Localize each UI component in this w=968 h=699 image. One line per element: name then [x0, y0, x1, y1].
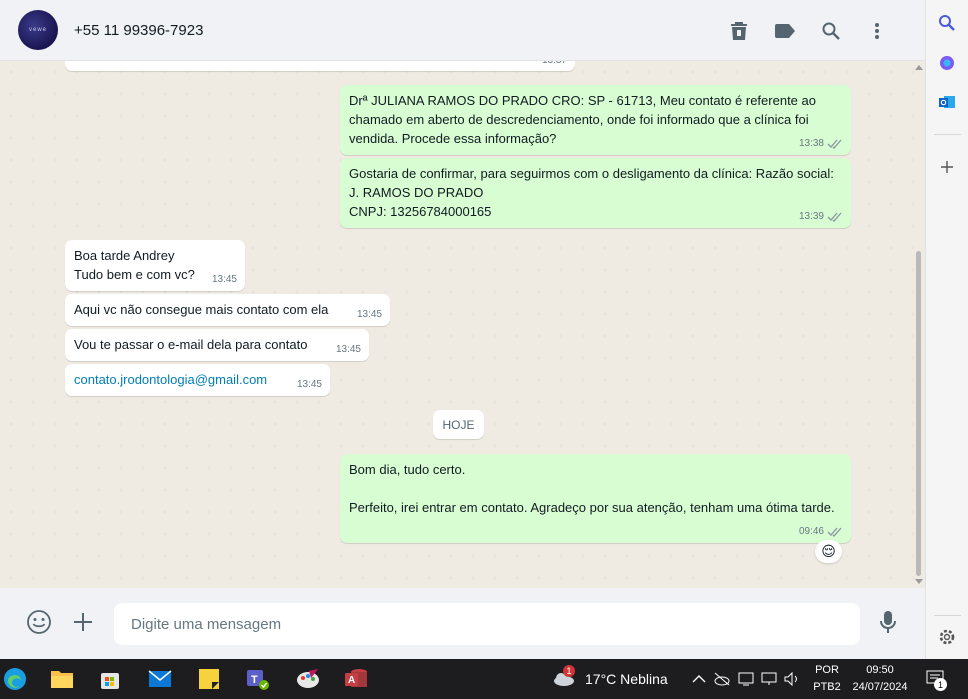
- notification-icon[interactable]: 1: [926, 670, 948, 691]
- message-text: Vou te passar o e-mail dela para contato: [74, 337, 308, 352]
- header-actions: [716, 17, 900, 45]
- access-icon[interactable]: A: [341, 664, 371, 694]
- svg-text:A: A: [348, 675, 355, 686]
- network-icon[interactable]: [761, 672, 777, 686]
- clock-date: 24/07/2024: [852, 681, 908, 693]
- settings-icon[interactable]: [937, 627, 957, 647]
- attach-plus-icon[interactable]: [69, 608, 97, 636]
- message-text: Perfeito, irei entrar em contato. Agrade…: [349, 500, 835, 515]
- partial-message[interactable]: 13:37: [65, 61, 575, 71]
- volume-icon[interactable]: [784, 672, 800, 686]
- message-time: 13:45: [296, 379, 322, 390]
- message-input[interactable]: [114, 603, 860, 645]
- emoji-icon[interactable]: [25, 608, 53, 636]
- language-indicator[interactable]: POR PTB2: [811, 663, 843, 695]
- mail-icon[interactable]: [145, 664, 175, 694]
- composer: [0, 588, 925, 659]
- weather-badge: 1: [563, 665, 575, 677]
- double-check-icon: [827, 212, 842, 222]
- message-meta: 13:38: [799, 134, 843, 153]
- message-time: 13:37: [542, 61, 567, 70]
- message-text: CNPJ: 13256784000165: [349, 204, 492, 219]
- contact-name[interactable]: +55 11 99396-7923: [74, 22, 203, 39]
- chat-header: vewe +55 11 99396-7923: [0, 0, 925, 61]
- edge-app-icon[interactable]: [0, 664, 30, 694]
- email-link[interactable]: contato.jrodontologia@gmail.com: [74, 372, 267, 387]
- scroll-down-arrow[interactable]: [915, 579, 923, 584]
- weather-text[interactable]: 17°C Neblina: [585, 671, 668, 687]
- keyboard-layout: PTB2: [813, 681, 841, 693]
- message-text: Aqui vc não consegue mais contato com el…: [74, 302, 329, 317]
- paint-icon[interactable]: [293, 664, 323, 694]
- search-icon[interactable]: [937, 13, 957, 33]
- reaction-emoji[interactable]: 😌: [815, 540, 842, 563]
- clock-time: 09:50: [866, 664, 894, 676]
- scroll-up-arrow[interactable]: [915, 65, 923, 70]
- double-check-icon: [827, 527, 842, 537]
- sidebar-divider: [934, 615, 961, 616]
- message-meta: 13:39: [799, 207, 843, 226]
- message-meta: 09:46: [799, 522, 843, 541]
- menu-icon[interactable]: [854, 17, 900, 45]
- file-explorer-icon[interactable]: [47, 664, 77, 694]
- message-time: 09:46: [798, 526, 824, 537]
- copilot-icon[interactable]: [937, 53, 957, 73]
- label-icon[interactable]: [762, 17, 808, 45]
- message-time: 13:45: [335, 344, 361, 355]
- tray-icons: [692, 671, 806, 687]
- sticky-notes-icon[interactable]: [194, 664, 224, 694]
- edge-sidebar: [925, 0, 968, 659]
- message-incoming[interactable]: Vou te passar o e-mail dela para contato…: [65, 329, 369, 361]
- outlook-icon[interactable]: [937, 92, 957, 112]
- message-outgoing[interactable]: Gostaria de confirmar, para seguirmos co…: [340, 158, 851, 228]
- avatar-text: vewe: [28, 27, 47, 33]
- double-check-icon: [827, 139, 842, 149]
- language-code: POR: [815, 664, 839, 676]
- avatar[interactable]: vewe: [18, 10, 58, 50]
- message-incoming[interactable]: contato.jrodontologia@gmail.com 13:45: [65, 364, 330, 396]
- conversation-panel[interactable]: 13:37 Drª JULIANA RAMOS DO PRADO CRO: SP…: [0, 61, 925, 588]
- message-time: 13:45: [211, 274, 237, 285]
- message-text: Boa tarde Andrey: [74, 248, 175, 263]
- message-text: Gostaria de confirmar, para seguirmos co…: [349, 166, 834, 200]
- delete-icon[interactable]: [716, 17, 762, 45]
- notification-badge: 1: [934, 678, 947, 691]
- message-time: 13:39: [798, 211, 824, 222]
- cloud-off-icon[interactable]: [713, 672, 731, 686]
- search-icon[interactable]: [808, 17, 854, 45]
- message-time: 13:38: [798, 138, 824, 149]
- microphone-icon[interactable]: [874, 608, 902, 636]
- message-text: Drª JULIANA RAMOS DO PRADO CRO: SP - 617…: [349, 93, 816, 146]
- date-divider: HOJE: [433, 410, 484, 439]
- store-icon[interactable]: [95, 664, 125, 694]
- teams-icon[interactable]: T: [243, 664, 273, 694]
- message-incoming[interactable]: Boa tarde Andrey Tudo bem e com vc? 13:4…: [65, 240, 245, 291]
- message-text: Bom dia, tudo certo.: [349, 462, 466, 477]
- scrollbar-thumb[interactable]: [916, 251, 921, 576]
- message-outgoing[interactable]: Drª JULIANA RAMOS DO PRADO CRO: SP - 617…: [340, 85, 851, 155]
- weather-icon[interactable]: 1: [552, 665, 576, 688]
- chevron-up-icon[interactable]: [692, 674, 706, 684]
- message-incoming[interactable]: Aqui vc não consegue mais contato com el…: [65, 294, 390, 326]
- message-time: 13:45: [356, 309, 382, 320]
- display-icon[interactable]: [738, 672, 754, 686]
- windows-taskbar: T A 1 17°C Neblina POR PTB2 09:50 24/07/…: [0, 659, 968, 699]
- clock[interactable]: 09:50 24/07/2024: [848, 663, 912, 695]
- message-outgoing[interactable]: Bom dia, tudo certo. Perfeito, irei entr…: [340, 454, 851, 543]
- add-icon[interactable]: [937, 157, 957, 177]
- sidebar-divider: [934, 134, 961, 135]
- svg-text:T: T: [251, 674, 258, 686]
